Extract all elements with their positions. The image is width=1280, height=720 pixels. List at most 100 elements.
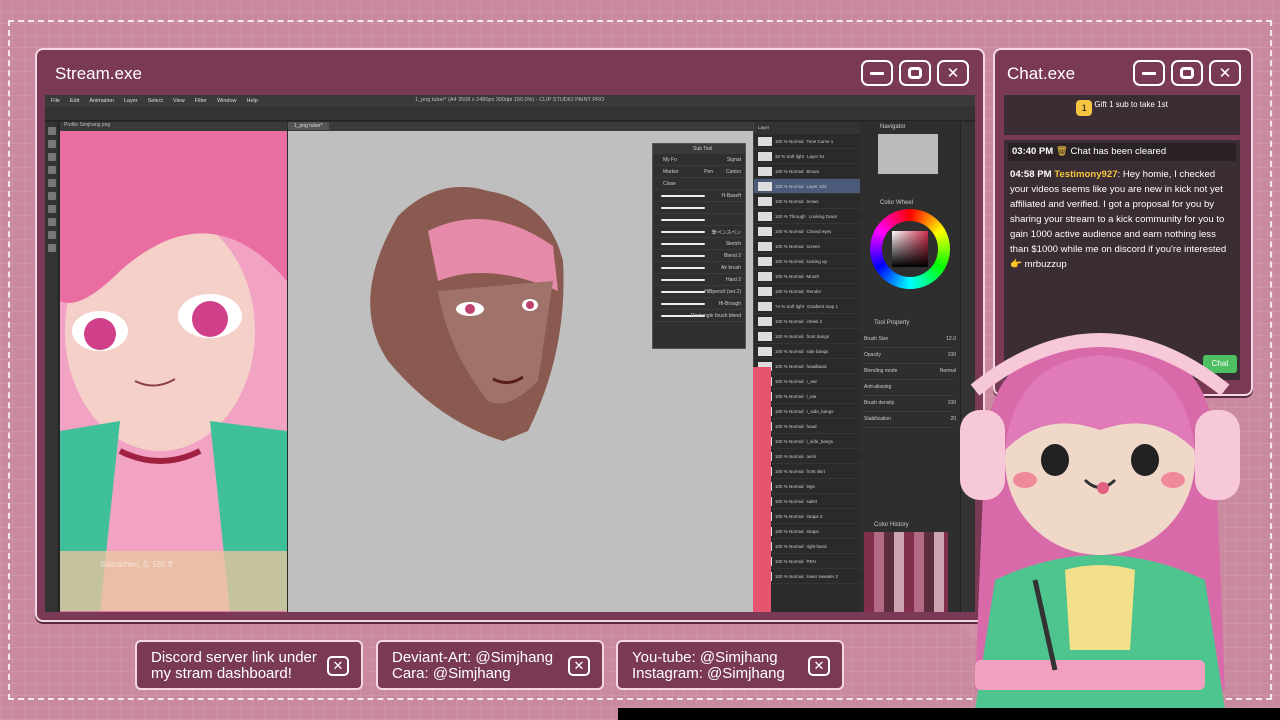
tool-icon[interactable] bbox=[48, 244, 56, 252]
close-button[interactable]: ✕ bbox=[1209, 60, 1241, 86]
color-wheel[interactable] bbox=[870, 209, 950, 289]
menu-animation[interactable]: Animation bbox=[89, 98, 113, 104]
layer-row[interactable]: 100 % Through Looking Down bbox=[754, 209, 860, 224]
discord-link-card[interactable]: Discord server link under my stram dashb… bbox=[135, 640, 363, 690]
minimize-button[interactable] bbox=[861, 60, 893, 86]
layer-thumbnail bbox=[758, 151, 772, 161]
message-text: : Hey homie, I checked your videos seems… bbox=[1010, 169, 1227, 270]
layer-label: 100 % Normal bbox=[775, 513, 804, 519]
tool-icon[interactable] bbox=[48, 140, 56, 148]
menu-select[interactable]: Select bbox=[148, 98, 163, 104]
layer-label: 100 % Through bbox=[775, 213, 806, 219]
layer-label: 100 % Normal bbox=[775, 498, 804, 504]
menu-view[interactable]: View bbox=[173, 98, 185, 104]
layer-name: side bangs bbox=[806, 348, 829, 354]
layer-row[interactable]: 100 % Normal cheek 2 bbox=[754, 314, 860, 329]
tool-icon[interactable] bbox=[48, 153, 56, 161]
brush-item[interactable]: Sketch bbox=[726, 241, 741, 247]
layer-label: 100 % Normal bbox=[775, 378, 804, 384]
layer-row[interactable]: 100 % Normal Closed eyes bbox=[754, 224, 860, 239]
layer-row[interactable]: 100 % Normal Brows bbox=[754, 164, 860, 179]
tool-icon[interactable] bbox=[48, 179, 56, 187]
layer-row[interactable]: 100 % Normal Layer 103 bbox=[754, 179, 860, 194]
close-icon[interactable]: ✕ bbox=[568, 656, 590, 676]
close-icon: ✕ bbox=[946, 64, 960, 82]
youtube-link-card[interactable]: You-tube: @Simjhang Instagram: @Simjhang… bbox=[616, 640, 844, 690]
subtool-tab[interactable]: Cartoo bbox=[726, 169, 741, 175]
blending-value[interactable]: Normal bbox=[940, 368, 956, 374]
tool-icon[interactable] bbox=[48, 218, 56, 226]
menu-filter[interactable]: Filter bbox=[195, 98, 207, 104]
layer-name: Render bbox=[806, 288, 822, 294]
brush-size-label: Brush Size bbox=[864, 336, 889, 342]
tool-icon[interactable] bbox=[48, 205, 56, 213]
maximize-button[interactable] bbox=[899, 60, 931, 86]
layer-row[interactable]: 74 % Soft light Gradient map 1 bbox=[754, 299, 860, 314]
brush-item[interactable]: HiBpencil (ver.2) bbox=[704, 289, 741, 295]
gift-text: Gift 1 sub to take 1st bbox=[1094, 100, 1168, 109]
deviantart-link-card[interactable]: Deviant-Art: @Simjhang Cara: @Simjhang ✕ bbox=[376, 640, 604, 690]
brush-item[interactable]: 筆ペンスペン bbox=[711, 229, 741, 236]
reference-image-pane: Profile Simjhang.png Ständchen, S. 560 f… bbox=[60, 122, 287, 612]
message-user[interactable]: Testimony927 bbox=[1054, 169, 1117, 180]
subtool-tab[interactable]: Marker bbox=[663, 169, 679, 175]
minimize-button[interactable] bbox=[1133, 60, 1165, 86]
tool-icon[interactable] bbox=[48, 166, 56, 174]
subtool-tab[interactable]: Pen bbox=[704, 169, 713, 175]
subtool-header: Sub Tool bbox=[693, 146, 713, 152]
subtool-group[interactable]: Close bbox=[663, 181, 676, 187]
layer-row[interactable]: 33 % Soft light Layer 51 bbox=[754, 149, 860, 164]
menu-edit[interactable]: Edit bbox=[70, 98, 79, 104]
tool-icon[interactable] bbox=[48, 231, 56, 239]
layer-row[interactable]: 100 % Normal Tone Curve 1 bbox=[754, 134, 860, 149]
brush-item[interactable]: Hard 2 bbox=[726, 277, 741, 283]
maximize-button[interactable] bbox=[1171, 60, 1203, 86]
subtool-panel[interactable]: Sub Tool My Fo Signat Marker Pen Cartoo Clo… bbox=[652, 143, 746, 349]
brush-item[interactable]: H-Baseft bbox=[722, 193, 741, 199]
layer-label: 100 % Normal bbox=[775, 393, 804, 399]
layer-row[interactable]: 100 % Normal brows bbox=[754, 194, 860, 209]
layer-row[interactable]: 100 % Normal Render bbox=[754, 284, 860, 299]
layer-label: 100 % Normal bbox=[775, 258, 804, 264]
color-square[interactable] bbox=[892, 231, 928, 267]
tool-icon[interactable] bbox=[48, 192, 56, 200]
menu-window[interactable]: Window bbox=[217, 98, 237, 104]
tool-property-panel[interactable]: Brush Size 12.0 Opacity 100 Blending mod… bbox=[864, 332, 956, 428]
brush-item[interactable]: Rectangle brush blend bbox=[691, 313, 741, 319]
brush-item[interactable]: Blend 2 bbox=[724, 253, 741, 259]
layer-name: front skirt bbox=[806, 468, 826, 474]
menu-file[interactable]: File bbox=[51, 98, 60, 104]
layer-row[interactable]: 100 % Normal front bangs bbox=[754, 329, 860, 344]
reference-artwork bbox=[60, 131, 287, 611]
layer-label: 100 % Normal bbox=[775, 468, 804, 474]
menu-help[interactable]: Help bbox=[247, 98, 258, 104]
navigator-preview[interactable] bbox=[878, 134, 938, 174]
command-bar[interactable] bbox=[45, 107, 975, 121]
canvas-tab[interactable]: 1_png tuber* bbox=[288, 122, 329, 130]
layer-row[interactable]: 100 % Normal Mouth bbox=[754, 269, 860, 284]
youtube-line1: You-tube: @Simjhang bbox=[632, 649, 778, 666]
layer-row[interactable]: 100 % Normal screen bbox=[754, 239, 860, 254]
brush-item[interactable]: Air brush bbox=[721, 265, 741, 271]
layer-panel-title: Layer bbox=[758, 125, 770, 130]
layer-thumbnail bbox=[758, 286, 772, 296]
layer-name: l_ear bbox=[806, 393, 817, 399]
layer-row[interactable]: 100 % Normal side bangs bbox=[754, 344, 860, 359]
brush-item[interactable]: Hi-Brough bbox=[718, 301, 741, 307]
subtool-tab[interactable]: Signat bbox=[727, 157, 741, 163]
layer-row[interactable]: 100 % Normal looking up bbox=[754, 254, 860, 269]
layer-label: 100 % Normal bbox=[775, 273, 804, 279]
close-button[interactable]: ✕ bbox=[937, 60, 969, 86]
close-icon[interactable]: ✕ bbox=[327, 656, 349, 676]
layer-label: 33 % Soft light bbox=[775, 153, 805, 159]
tool-icon[interactable] bbox=[48, 127, 56, 135]
color-history-grid[interactable] bbox=[864, 532, 948, 612]
reference-tab[interactable]: Profile Simjhang.png bbox=[60, 122, 287, 131]
layer-name: lower sweater 2 bbox=[806, 573, 839, 579]
opacity-label: Opacity bbox=[864, 352, 881, 358]
menu-layer[interactable]: Layer bbox=[124, 98, 138, 104]
tool-palette[interactable] bbox=[45, 122, 59, 612]
blending-label: Blending mode bbox=[864, 368, 898, 374]
subtool-tab[interactable]: My Fo bbox=[663, 157, 677, 163]
close-icon[interactable]: ✕ bbox=[808, 656, 830, 676]
